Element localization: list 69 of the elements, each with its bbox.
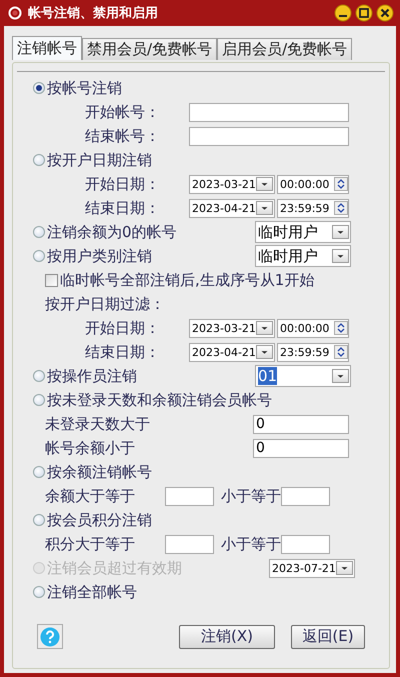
input-field[interactable] xyxy=(281,486,330,506)
checkbox[interactable] xyxy=(45,274,58,286)
field-label: 积分大于等于 xyxy=(45,534,136,554)
dropdown-field[interactable]: 临时用户 xyxy=(255,221,351,243)
field-label: 小于等于 xyxy=(221,486,281,506)
tab[interactable]: 禁用会员/免费帐号 xyxy=(82,38,218,60)
time-field[interactable]: 00:00:00 xyxy=(277,174,349,194)
input-field[interactable] xyxy=(189,102,349,122)
radio-button[interactable] xyxy=(33,154,45,166)
time-field[interactable]: 00:00:00 xyxy=(277,318,349,338)
radio-label: 注销会员超过有效期 xyxy=(47,558,182,578)
maximize-icon[interactable] xyxy=(355,4,373,22)
input-field[interactable]: 0 xyxy=(253,414,349,434)
radio-button[interactable] xyxy=(33,586,45,598)
help-button[interactable] xyxy=(37,624,63,649)
field-label: 余额大于等于 xyxy=(45,486,136,506)
input-field[interactable] xyxy=(281,534,330,554)
field-label: 帐号余额小于 xyxy=(45,438,136,458)
radio-button[interactable] xyxy=(33,370,45,382)
checkbox-label: 临时帐号全部注销后,生成序号从1开始 xyxy=(60,270,314,290)
close-icon[interactable] xyxy=(376,4,394,22)
radio-label: 按未登录天数和余额注销会员帐号 xyxy=(47,390,272,410)
radio-button[interactable] xyxy=(33,466,45,478)
radio-button[interactable] xyxy=(33,82,45,94)
back-button[interactable]: 返回(E) xyxy=(291,624,365,648)
radio-button[interactable] xyxy=(33,250,45,262)
field-label: 结束日期： xyxy=(85,342,161,362)
tab[interactable]: 注销帐号 xyxy=(12,36,82,60)
radio-label: 按操作员注销 xyxy=(47,366,137,386)
date-field[interactable]: 2023-04-21 xyxy=(189,198,275,218)
field-label: 结束日期： xyxy=(85,198,161,218)
field-label: 结束帐号： xyxy=(85,126,161,146)
minimize-icon[interactable] xyxy=(334,4,352,22)
radio-button[interactable] xyxy=(33,514,45,526)
input-field[interactable] xyxy=(189,126,349,146)
radio-label: 注销余额为0的帐号 xyxy=(47,222,177,242)
radio-button[interactable] xyxy=(33,226,45,238)
time-field[interactable]: 23:59:59 xyxy=(277,198,349,218)
field-label: 开始日期： xyxy=(85,174,161,194)
app-icon xyxy=(8,6,22,20)
spinner-icon[interactable] xyxy=(334,177,348,191)
date-field[interactable]: 2023-04-21 xyxy=(189,342,275,362)
spinner-icon[interactable] xyxy=(334,321,348,335)
date-field[interactable]: 2023-03-21 xyxy=(189,318,275,338)
field-label: 开始帐号： xyxy=(85,102,161,122)
radio-label: 按开户日期注销 xyxy=(47,150,152,170)
spinner-icon[interactable] xyxy=(334,201,348,215)
spinner-icon[interactable] xyxy=(334,345,348,359)
radio-label: 注销全部帐号 xyxy=(47,582,137,602)
window-title: 帐号注销、禁用和启用 xyxy=(28,4,159,22)
help-icon xyxy=(40,626,60,646)
input-field[interactable] xyxy=(165,534,214,554)
deregister-button[interactable]: 注销(X) xyxy=(179,624,275,648)
dropdown-field[interactable]: 01 xyxy=(255,365,351,387)
date-field[interactable]: 2023-03-21 xyxy=(189,174,275,194)
section-label: 按开户日期过滤： xyxy=(45,294,165,314)
input-field[interactable]: 0 xyxy=(253,438,349,458)
radio-label: 按会员积分注销 xyxy=(47,510,152,530)
tab[interactable]: 启用会员/免费帐号 xyxy=(217,38,352,60)
radio-label: 按余额注销帐号 xyxy=(47,462,152,482)
radio-label: 按帐号注销 xyxy=(47,78,122,98)
field-label: 小于等于 xyxy=(221,534,281,554)
time-field[interactable]: 23:59:59 xyxy=(277,342,349,362)
field-label: 未登录天数大于 xyxy=(45,414,151,434)
field-label: 开始日期： xyxy=(85,318,161,338)
radio-label: 按用户类别注销 xyxy=(47,246,152,266)
input-field[interactable] xyxy=(165,486,214,506)
dropdown-field[interactable]: 临时用户 xyxy=(255,245,351,267)
radio-button[interactable] xyxy=(33,394,45,406)
